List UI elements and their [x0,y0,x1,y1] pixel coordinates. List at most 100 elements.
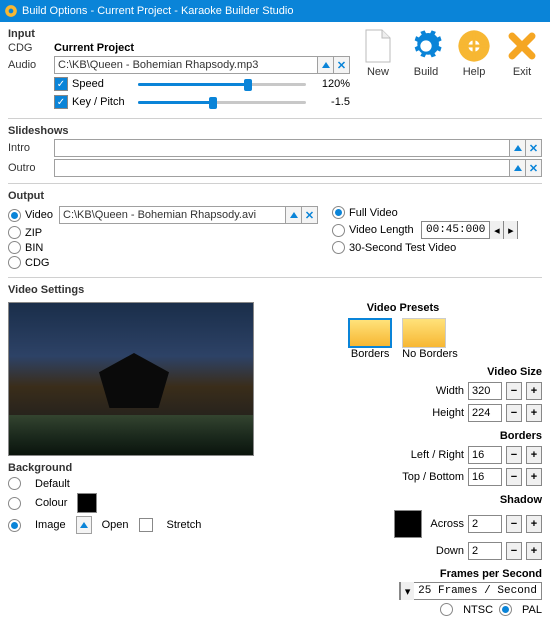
input-section-label: Input [8,28,350,40]
time-next-button[interactable]: ▸ [503,221,517,239]
video-settings-label: Video Settings [8,284,542,296]
video-length-radio[interactable] [332,224,345,237]
shadow-label: Shadow [500,494,542,506]
outro-clear-button[interactable]: ✕ [526,159,542,177]
background-label: Background [8,462,254,474]
cdg-radio[interactable] [8,256,21,269]
audio-clear-button[interactable]: ✕ [334,56,350,74]
audio-path-field[interactable]: C:\KB\Queen - Bohemian Rhapsody.mp3 [54,56,318,74]
height-plus[interactable]: + [526,404,542,422]
bg-default-label: Default [35,478,70,490]
across-plus[interactable]: + [526,515,542,533]
intro-browse-button[interactable] [510,139,526,157]
bg-colour-swatch[interactable] [77,493,97,513]
pal-radio[interactable] [499,603,512,616]
down-label: Down [436,545,464,557]
lr-label: Left / Right [411,449,464,461]
presets-label: Video Presets [264,302,542,314]
video-length-input[interactable]: 00:45:000 ◂ ▸ [421,221,518,239]
fps-dropdown-icon: ▾ [400,582,414,600]
test-video-label: 30-Second Test Video [349,242,456,254]
tb-input[interactable]: 16 [468,468,502,486]
zip-label: ZIP [25,227,42,239]
outro-browse-button[interactable] [510,159,526,177]
window-title: Build Options - Current Project - Karaok… [22,5,293,17]
down-minus[interactable]: − [506,542,522,560]
cdg-label: CDG [8,42,54,54]
down-input[interactable]: 2 [468,542,502,560]
intro-clear-button[interactable]: ✕ [526,139,542,157]
video-path-field[interactable]: C:\KB\Queen - Bohemian Rhapsody.avi [59,206,286,224]
intro-field[interactable] [54,139,510,157]
lr-input[interactable]: 16 [468,446,502,464]
across-minus[interactable]: − [506,515,522,533]
slideshows-section-label: Slideshows [8,125,542,137]
exit-button[interactable]: Exit [502,28,542,78]
video-radio[interactable] [8,209,21,222]
fps-label: Frames per Second [440,568,542,580]
test-video-radio[interactable] [332,241,345,254]
preview-image [8,302,254,456]
bg-open-label: Open [102,519,129,531]
bin-radio[interactable] [8,241,21,254]
help-button[interactable]: Help [454,28,494,78]
lr-plus[interactable]: + [526,446,542,464]
build-icon [408,28,444,64]
video-clear-button[interactable]: ✕ [302,206,318,224]
height-minus[interactable]: − [506,404,522,422]
video-label: Video [25,209,59,221]
stretch-checkbox[interactable]: ✓ [139,518,153,532]
app-icon [4,4,18,18]
tb-minus[interactable]: − [506,468,522,486]
key-checkbox[interactable]: ✓ [54,95,68,109]
speed-slider[interactable] [138,76,306,92]
bg-colour-radio[interactable] [8,497,21,510]
bg-default-radio[interactable] [8,477,21,490]
outro-field[interactable] [54,159,510,177]
key-slider[interactable] [138,94,306,110]
new-button[interactable]: New [358,28,398,78]
full-video-label: Full Video [349,207,398,219]
tb-plus[interactable]: + [526,468,542,486]
time-prev-button[interactable]: ◂ [489,221,503,239]
build-button[interactable]: Build [406,28,446,78]
speed-label: Speed [72,78,132,90]
across-input[interactable]: 2 [468,515,502,533]
ntsc-radio[interactable] [440,603,453,616]
browse-icon [80,522,88,528]
preset-borders[interactable]: Borders [348,318,392,360]
close-icon: ✕ [337,59,346,72]
ntsc-label: NTSC [463,604,493,616]
across-label: Across [430,518,464,530]
close-icon: ✕ [529,162,538,175]
browse-icon [514,145,522,151]
output-section-label: Output [8,190,542,202]
full-video-radio[interactable] [332,206,345,219]
bg-colour-label: Colour [35,497,67,509]
main-toolbar: New Build Help Exit [358,28,542,78]
lr-minus[interactable]: − [506,446,522,464]
outro-label: Outro [8,162,54,174]
fps-select[interactable]: ▾25 Frames / Second [399,582,542,600]
cdg-out-label: CDG [25,257,49,269]
preset-noborders[interactable]: No Borders [402,318,458,360]
width-minus[interactable]: − [506,382,522,400]
audio-browse-button[interactable] [318,56,334,74]
width-input[interactable]: 320 [468,382,502,400]
browse-icon [514,165,522,171]
down-plus[interactable]: + [526,542,542,560]
height-input[interactable]: 224 [468,404,502,422]
intro-label: Intro [8,142,54,154]
close-icon: ✕ [529,142,538,155]
zip-radio[interactable] [8,226,21,239]
shadow-swatch[interactable] [394,510,422,538]
video-browse-button[interactable] [286,206,302,224]
bg-open-button[interactable] [76,516,92,534]
width-plus[interactable]: + [526,382,542,400]
bg-image-radio[interactable] [8,519,21,532]
browse-icon [290,212,298,218]
audio-label: Audio [8,59,54,71]
key-value: -1.5 [312,96,350,108]
tb-label: Top / Bottom [402,471,464,483]
speed-checkbox[interactable]: ✓ [54,77,68,91]
